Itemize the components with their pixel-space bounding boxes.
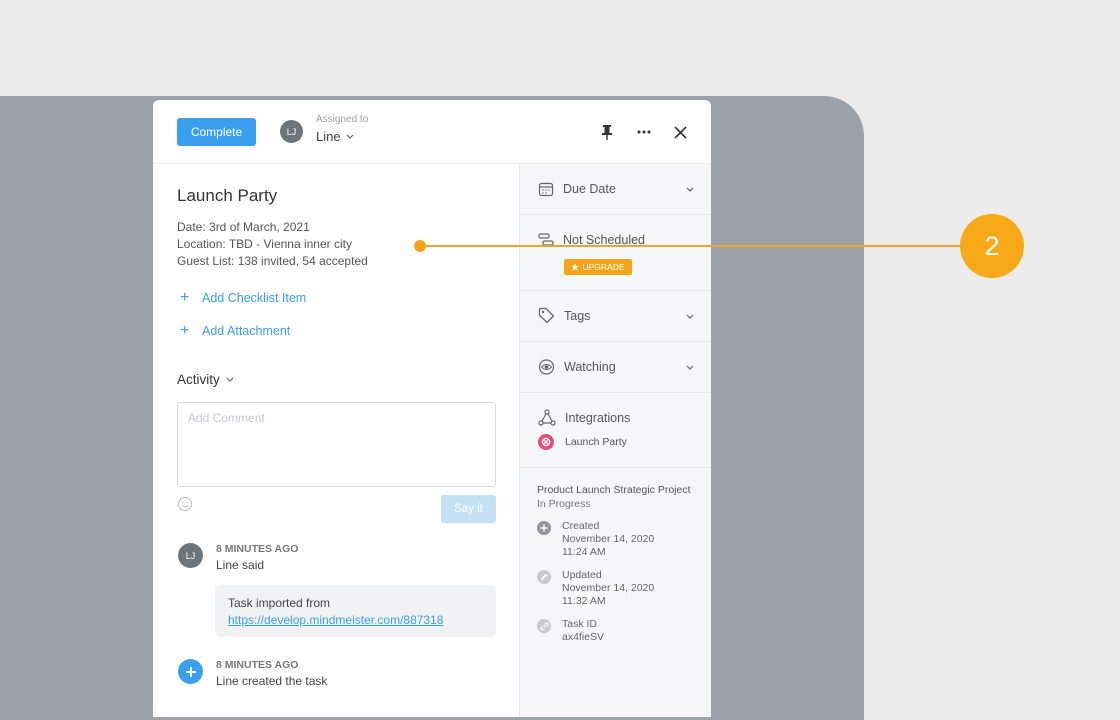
comment-bubble: Task imported from https://develop.mindm… (215, 585, 496, 637)
integrations-label: Integrations (565, 411, 631, 425)
callout-line (420, 245, 965, 247)
created-date: November 14, 2020 (562, 533, 655, 545)
activity-label: Activity (177, 372, 220, 387)
say-it-button[interactable]: Say it (441, 495, 496, 523)
created-plus-icon (537, 521, 551, 535)
pencil-icon (537, 570, 551, 584)
activity-timestamp: 8 MINUTES AGO (216, 659, 299, 671)
activity-text: Line created the task (216, 674, 328, 688)
task-id-value: ax4fieSV (562, 631, 605, 643)
integration-item-label: Launch Party (565, 436, 627, 448)
due-date-label: Due Date (563, 182, 616, 196)
task-description-line: Date: 3rd of March, 2021 (177, 220, 310, 234)
emoji-icon[interactable] (177, 496, 193, 512)
integrations-icon (538, 409, 556, 426)
callout-dot (414, 240, 426, 252)
chevron-down-icon (686, 314, 694, 319)
tags-dropdown[interactable]: Tags (538, 307, 590, 324)
modal-header: Complete LJ Assigned to Line (153, 100, 711, 164)
link-icon (537, 619, 551, 633)
chevron-down-icon (226, 377, 234, 382)
activity-text: Line said (216, 558, 265, 572)
task-description-line: Guest List: 138 invited, 54 accepted (177, 254, 368, 268)
watching-label: Watching (564, 360, 616, 374)
schedule-section: Not Scheduled UPGRADE (520, 215, 711, 291)
complete-button[interactable]: Complete (177, 118, 256, 146)
more-options-icon[interactable] (634, 122, 654, 142)
callout-number-badge: 2 (960, 214, 1024, 278)
comment-input[interactable] (177, 402, 496, 487)
task-title[interactable]: Launch Party (177, 186, 277, 206)
plus-icon: + (180, 289, 190, 306)
comment-text: Task imported from (228, 596, 331, 610)
due-date-section: Due Date (520, 164, 711, 215)
close-icon[interactable] (670, 122, 690, 142)
chevron-down-icon (686, 187, 694, 192)
task-id-label: Task ID (562, 618, 598, 630)
integrations-section: Integrations (520, 393, 711, 468)
created-info: Created November 14, 2020 11:24 AM (537, 520, 654, 559)
eye-icon (538, 359, 555, 375)
imported-from-link[interactable]: https://develop.mindmeister.com/887318 (228, 613, 443, 627)
pin-icon[interactable] (597, 122, 617, 142)
assigned-to-label: Assigned to (316, 114, 369, 125)
tag-icon (538, 307, 555, 324)
add-attachment-button[interactable]: + Add Attachment (180, 322, 291, 339)
task-id-info: Task ID ax4fieSV (537, 618, 604, 644)
star-icon (571, 263, 580, 271)
due-date-dropdown[interactable]: Due Date (538, 181, 616, 197)
watching-dropdown[interactable]: Watching (538, 359, 616, 375)
add-attachment-label: Add Attachment (202, 324, 291, 338)
created-time: 11:24 AM (562, 546, 606, 558)
chevron-down-icon (686, 365, 694, 370)
upgrade-label: UPGRADE (582, 262, 625, 272)
mindmeister-integration-link[interactable]: Launch Party (538, 434, 627, 450)
watching-section: Watching (520, 342, 711, 393)
project-name[interactable]: Product Launch Strategic Project (537, 484, 691, 496)
upgrade-badge[interactable]: UPGRADE (564, 259, 632, 275)
task-modal: Complete LJ Assigned to Line Launch Part… (153, 100, 711, 717)
chevron-down-icon (346, 134, 354, 139)
assignee-dropdown[interactable]: Line (316, 129, 354, 144)
updated-info: Updated November 14, 2020 11:32 AM (537, 569, 654, 608)
activity-dropdown[interactable]: Activity (177, 372, 234, 387)
mindmeister-logo-icon (538, 434, 554, 450)
updated-time: 11:32 AM (562, 595, 606, 607)
calendar-icon (538, 182, 554, 197)
add-checklist-label: Add Checklist Item (202, 291, 307, 305)
activity-timestamp: 8 MINUTES AGO (216, 543, 299, 555)
plus-icon: + (180, 322, 190, 339)
created-label: Created (562, 520, 600, 532)
project-status: In Progress (537, 498, 591, 510)
add-checklist-item-button[interactable]: + Add Checklist Item (180, 289, 307, 306)
created-plus-icon (178, 659, 203, 684)
integrations-row[interactable]: Integrations (538, 409, 630, 427)
updated-date: November 14, 2020 (562, 582, 655, 594)
assignee-name: Line (316, 129, 341, 144)
assignee-avatar[interactable]: LJ (280, 120, 303, 143)
tags-section: Tags (520, 291, 711, 342)
task-description-line: Location: TBD - Vienna inner city (177, 237, 352, 251)
tags-label: Tags (564, 308, 591, 323)
avatar: LJ (178, 543, 203, 568)
updated-label: Updated (562, 569, 602, 581)
